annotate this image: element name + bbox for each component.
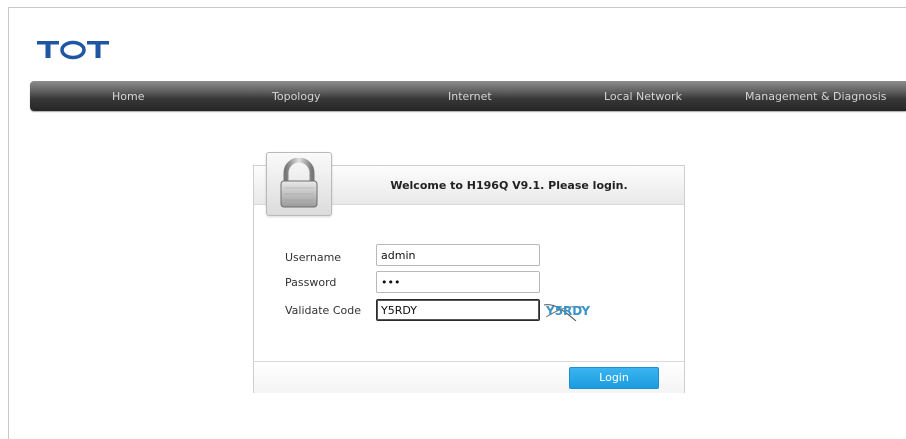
nav-topology[interactable]: Topology bbox=[272, 81, 321, 111]
lock-icon bbox=[280, 158, 318, 208]
password-input[interactable] bbox=[376, 271, 540, 293]
page-border-left bbox=[8, 7, 9, 439]
page-border-top bbox=[8, 7, 906, 8]
login-panel-footer: Login bbox=[254, 361, 684, 393]
validate-code-input[interactable] bbox=[376, 299, 540, 321]
nav-local-network[interactable]: Local Network bbox=[604, 81, 682, 111]
validate-code-label: Validate Code bbox=[285, 304, 361, 317]
main-navbar: Home Topology Internet Local Network Man… bbox=[30, 81, 906, 111]
password-label: Password bbox=[285, 276, 337, 289]
nav-home[interactable]: Home bbox=[112, 81, 144, 111]
login-button[interactable]: Login bbox=[569, 367, 659, 389]
username-input[interactable] bbox=[376, 244, 540, 266]
tot-logo-icon bbox=[37, 40, 109, 60]
username-label: Username bbox=[285, 251, 342, 264]
login-title: Welcome to H196Q V9.1. Please login. bbox=[390, 179, 628, 192]
tot-logo bbox=[37, 40, 111, 60]
nav-internet[interactable]: Internet bbox=[448, 81, 492, 111]
lock-icon-box bbox=[266, 152, 332, 216]
nav-management-diagnosis[interactable]: Management & Diagnosis bbox=[745, 81, 887, 111]
captcha-image[interactable]: Y5RDY bbox=[546, 302, 590, 320]
